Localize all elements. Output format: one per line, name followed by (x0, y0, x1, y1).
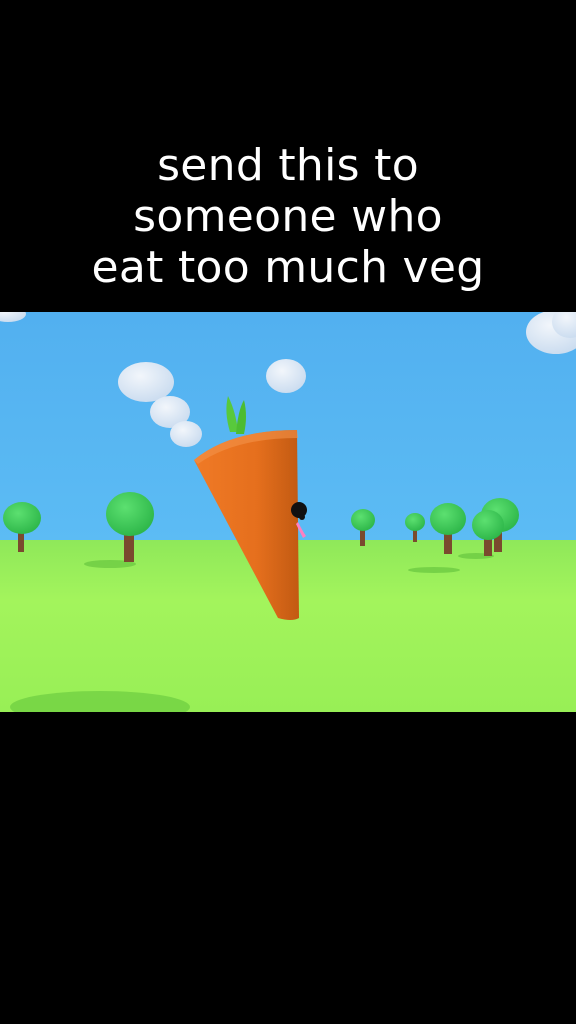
caption-line-1: send this to (157, 140, 419, 191)
cloud-center (266, 359, 306, 393)
meme-caption: send this to someone who eat too much ve… (0, 140, 576, 293)
caption-line-3: eat too much veg (91, 242, 485, 293)
game-scene (0, 312, 576, 712)
caption-line-2: someone who (133, 191, 443, 242)
game-scene-frame (0, 312, 576, 712)
